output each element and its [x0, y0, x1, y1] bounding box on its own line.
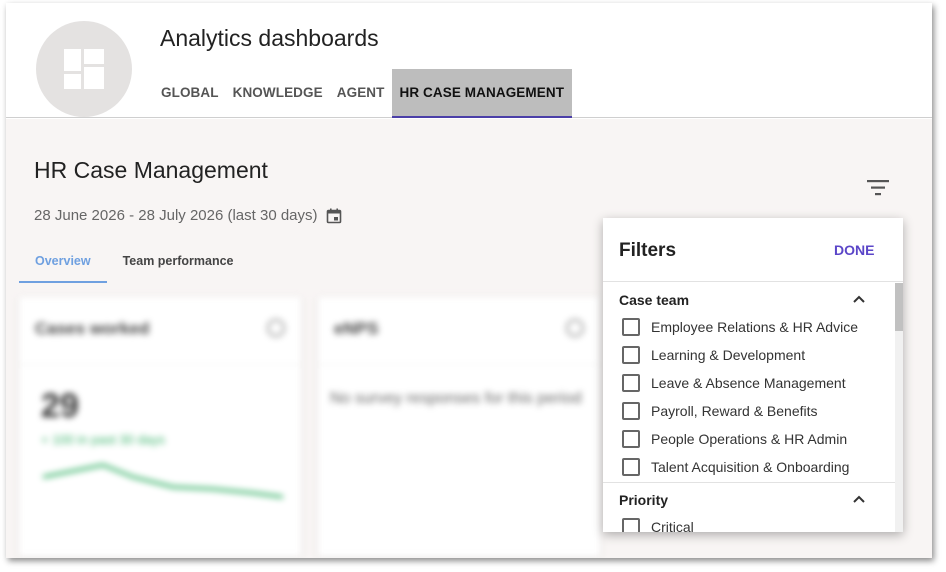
option-label: Learning & Development	[651, 347, 806, 363]
filter-option[interactable]: People Operations & HR Admin	[603, 424, 895, 452]
filters-list: Case team Employee Relations & HR Advice…	[603, 283, 895, 532]
section-case-team[interactable]: Case team	[603, 283, 895, 312]
dashboard-tabs: GLOBAL KNOWLEDGE AGENT HR CASE MANAGEMEN…	[154, 69, 573, 118]
avatar	[36, 21, 132, 117]
section-title: Case team	[619, 292, 690, 308]
checkbox[interactable]	[622, 374, 640, 392]
enps-card[interactable]: eNPS No survey responses for this period	[318, 297, 600, 557]
filters-title: Filters	[619, 240, 677, 261]
tab-agent[interactable]: AGENT	[330, 69, 392, 118]
date-range-text: 28 June 2026 - 28 July 2026 (last 30 day…	[34, 207, 318, 224]
card-title: eNPS	[334, 319, 379, 338]
chevron-up-icon[interactable]	[853, 295, 865, 303]
filters-header: Filters DONE	[603, 218, 903, 282]
info-icon	[267, 319, 285, 337]
option-label: Leave & Absence Management	[651, 375, 846, 391]
checkbox[interactable]	[622, 318, 640, 336]
info-icon	[566, 319, 584, 337]
option-label: Talent Acquisition & Onboarding	[651, 459, 850, 475]
card-title: Cases worked	[35, 319, 150, 338]
chevron-up-icon[interactable]	[853, 495, 865, 503]
filter-option[interactable]: Leave & Absence Management	[603, 368, 895, 396]
filter-option[interactable]: Learning & Development	[603, 340, 895, 368]
sub-tabs: Overview Team performance	[19, 241, 250, 283]
filter-option[interactable]: Talent Acquisition & Onboarding	[603, 452, 895, 480]
filters-scrollbar[interactable]	[895, 283, 903, 532]
calendar-icon[interactable]	[326, 208, 342, 224]
section-title: Priority	[619, 492, 669, 508]
option-label: Payroll, Reward & Benefits	[651, 403, 818, 419]
tab-overview[interactable]: Overview	[19, 241, 107, 283]
card-trend: + 100 in past 30 days	[41, 432, 165, 447]
section-priority[interactable]: Priority	[603, 483, 895, 512]
checkbox[interactable]	[622, 430, 640, 448]
header: Analytics dashboards GLOBAL KNOWLEDGE AG…	[6, 3, 932, 118]
app-window: Analytics dashboards GLOBAL KNOWLEDGE AG…	[6, 3, 932, 558]
date-range: 28 June 2026 - 28 July 2026 (last 30 day…	[34, 207, 342, 224]
filter-option[interactable]: Employee Relations & HR Advice	[603, 312, 895, 340]
filter-option[interactable]: Critical	[603, 512, 895, 532]
sparkline	[42, 463, 284, 499]
card-value: 29	[41, 387, 79, 425]
card-message: No survey responses for this period	[330, 390, 582, 407]
tab-hr-case-management[interactable]: HR CASE MANAGEMENT	[391, 69, 573, 118]
checkbox[interactable]	[622, 402, 640, 420]
option-label: People Operations & HR Admin	[651, 431, 848, 447]
filter-option[interactable]: Payroll, Reward & Benefits	[603, 396, 895, 424]
done-button[interactable]: DONE	[834, 242, 874, 258]
cases-worked-card[interactable]: Cases worked 29 + 100 in past 30 days	[19, 297, 301, 557]
scrollbar-thumb[interactable]	[895, 283, 903, 331]
option-label: Critical	[651, 519, 694, 532]
page-title: HR Case Management	[34, 157, 268, 183]
dashboard-icon	[64, 49, 104, 89]
tab-knowledge[interactable]: KNOWLEDGE	[226, 69, 330, 118]
app-title: Analytics dashboards	[160, 25, 379, 51]
checkbox[interactable]	[622, 346, 640, 364]
filters-panel: Filters DONE Case team Employee Relation…	[603, 218, 903, 532]
tab-global[interactable]: GLOBAL	[154, 69, 226, 118]
filter-icon[interactable]	[866, 177, 892, 199]
option-label: Employee Relations & HR Advice	[651, 319, 858, 335]
checkbox[interactable]	[622, 518, 640, 532]
tab-team-performance[interactable]: Team performance	[107, 241, 250, 283]
checkbox[interactable]	[622, 458, 640, 476]
